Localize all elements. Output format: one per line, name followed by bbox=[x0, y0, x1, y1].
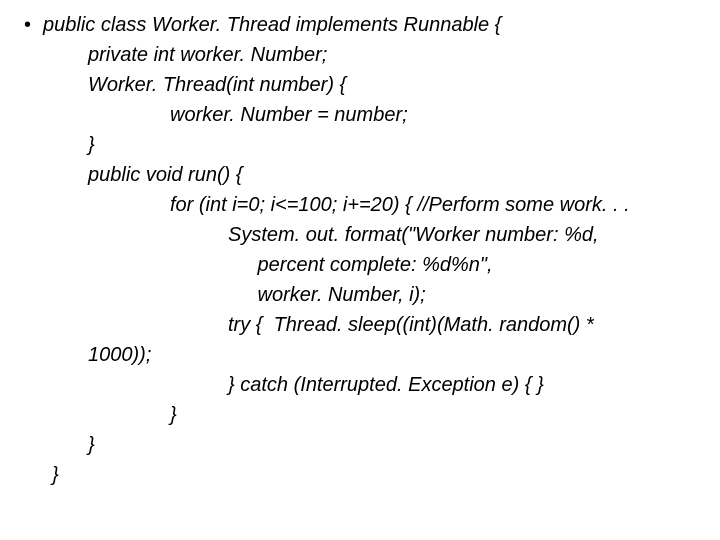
code-text: } bbox=[88, 430, 95, 460]
code-text: percent complete: %d%n", bbox=[252, 250, 493, 280]
code-text: for (int i=0; i<=100; i+=20) { //Perform… bbox=[170, 190, 630, 220]
code-text: private int worker. Number; bbox=[88, 40, 327, 70]
code-line: • public class Worker. Thread implements… bbox=[20, 10, 700, 40]
code-text: public class Worker. Thread implements R… bbox=[43, 10, 501, 40]
code-text: 1000)); bbox=[88, 340, 151, 370]
code-line: Worker. Thread(int number) { bbox=[20, 70, 700, 100]
code-line: } bbox=[20, 400, 700, 430]
code-line: for (int i=0; i<=100; i+=20) { //Perform… bbox=[20, 190, 700, 220]
code-line: percent complete: %d%n", bbox=[20, 250, 700, 280]
code-text: } bbox=[88, 130, 95, 160]
code-line: } bbox=[20, 430, 700, 460]
code-line: worker. Number = number; bbox=[20, 100, 700, 130]
bullet-icon: • bbox=[24, 10, 31, 40]
code-line: try { Thread. sleep((int)(Math. random()… bbox=[20, 310, 700, 340]
code-text: try { Thread. sleep((int)(Math. random()… bbox=[228, 310, 594, 340]
code-block: • public class Worker. Thread implements… bbox=[20, 10, 700, 490]
code-line: worker. Number, i); bbox=[20, 280, 700, 310]
code-text: } bbox=[170, 400, 177, 430]
code-line: } catch (Interrupted. Exception e) { } bbox=[20, 370, 700, 400]
code-text: } bbox=[52, 460, 59, 490]
code-text: Worker. Thread(int number) { bbox=[88, 70, 346, 100]
code-text: } catch (Interrupted. Exception e) { } bbox=[228, 370, 544, 400]
code-line: public void run() { bbox=[20, 160, 700, 190]
code-line: System. out. format("Worker number: %d, bbox=[20, 220, 700, 250]
code-text: worker. Number, i); bbox=[252, 280, 426, 310]
code-text: worker. Number = number; bbox=[170, 100, 408, 130]
code-text: System. out. format("Worker number: %d, bbox=[228, 220, 599, 250]
code-text: public void run() { bbox=[88, 160, 243, 190]
code-line: private int worker. Number; bbox=[20, 40, 700, 70]
code-line: 1000)); bbox=[20, 340, 700, 370]
code-line: } bbox=[20, 130, 700, 160]
code-line: } bbox=[20, 460, 700, 490]
